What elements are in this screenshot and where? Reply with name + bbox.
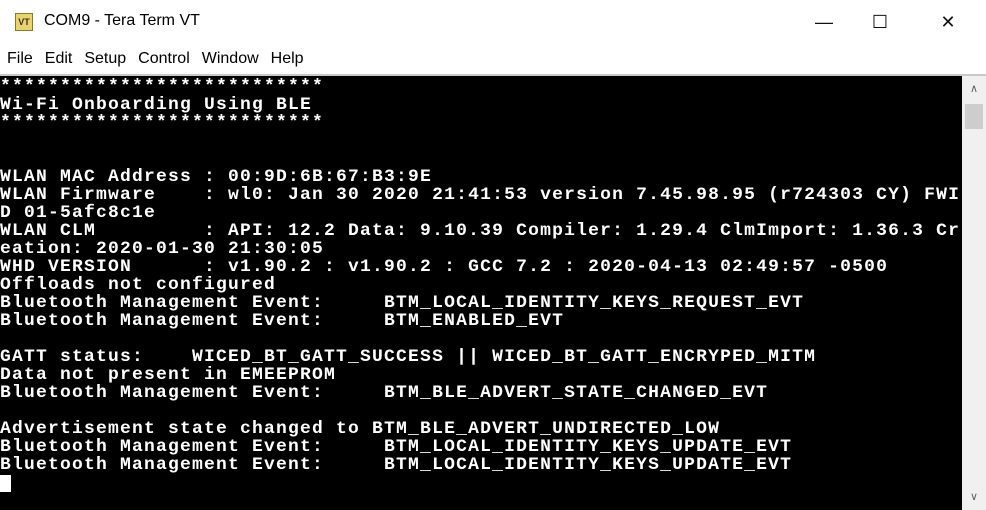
menu-help[interactable]: Help [265, 44, 310, 74]
terminal-line: Bluetooth Management Event: BTM_LOCAL_ID… [0, 455, 793, 475]
scrollbar-thumb[interactable] [965, 104, 983, 129]
terminal-line: WHD VERSION : v1.90.2 : v1.90.2 : GCC 7.… [0, 257, 889, 277]
text-cursor [0, 475, 11, 492]
terminal-line: Data not present in EMEEPROM [0, 365, 337, 385]
terminal-line: *************************** [0, 113, 325, 133]
teraterm-app-icon: VT [15, 13, 33, 31]
maximize-button[interactable]: ☐ [857, 0, 903, 44]
terminal-line: GATT status: WICED_BT_GATT_SUCCESS || WI… [0, 347, 817, 367]
title-bar: VT COM9 - Tera Term VT — ☐ ✕ [0, 0, 986, 44]
terminal-line: Advertisement state changed to BTM_BLE_A… [0, 419, 721, 439]
terminal-line: Bluetooth Management Event: BTM_BLE_ADVE… [0, 383, 769, 403]
terminal-line: Bluetooth Management Event: BTM_ENABLED_… [0, 311, 565, 331]
menu-bar: File Edit Setup Control Window Help [0, 44, 986, 76]
terminal-line: WLAN MAC Address : 00:9D:6B:67:B3:9E [0, 167, 433, 187]
menu-setup[interactable]: Setup [78, 44, 132, 74]
vertical-scrollbar[interactable]: ∧ ∨ [962, 76, 986, 510]
scroll-down-icon[interactable]: ∨ [962, 486, 986, 508]
terminal-line: Bluetooth Management Event: BTM_LOCAL_ID… [0, 437, 793, 457]
terminal-line: Wi-Fi Onboarding Using BLE [0, 95, 313, 115]
terminal-line: Bluetooth Management Event: BTM_LOCAL_ID… [0, 293, 805, 313]
window-title: COM9 - Tera Term VT [44, 12, 200, 29]
terminal-line: WLAN CLM : API: 12.2 Data: 9.10.39 Compi… [0, 221, 961, 241]
menu-window[interactable]: Window [196, 44, 265, 74]
minimize-button[interactable]: — [801, 0, 847, 44]
terminal-line: Offloads not configured [0, 275, 277, 295]
menu-file[interactable]: File [1, 44, 39, 74]
close-button[interactable]: ✕ [925, 0, 971, 44]
terminal-output[interactable]: *************************** Wi-Fi Onboard… [0, 76, 962, 510]
terminal-line: D 01-5afc8c1e [0, 203, 157, 223]
terminal-line: *************************** [0, 77, 325, 97]
scroll-up-icon[interactable]: ∧ [962, 78, 986, 100]
terminal-line: WLAN Firmware : wl0: Jan 30 2020 21:41:5… [0, 185, 961, 205]
menu-control[interactable]: Control [132, 44, 196, 74]
menu-edit[interactable]: Edit [39, 44, 79, 74]
terminal-line: eation: 2020-01-30 21:30:05 [0, 239, 325, 259]
